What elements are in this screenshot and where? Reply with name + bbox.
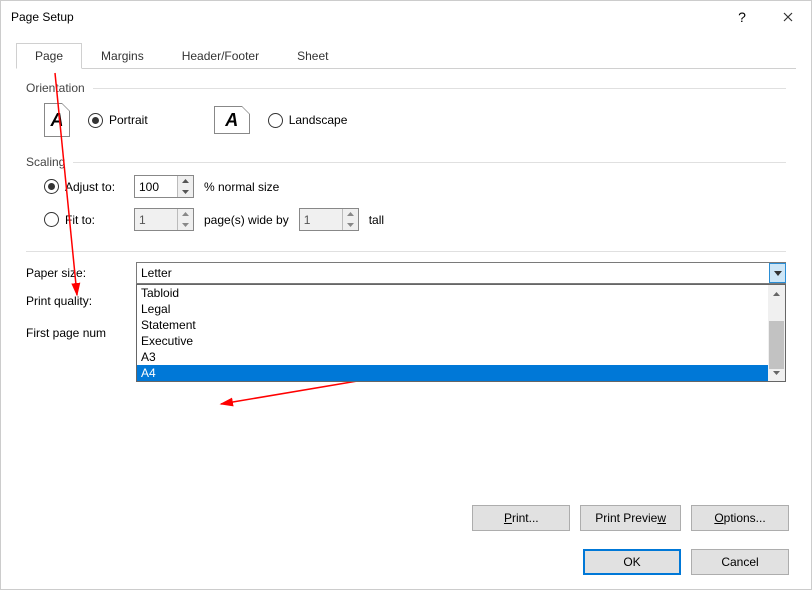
fit-mid-label: page(s) wide by [204, 213, 289, 227]
dropdown-option[interactable]: Tabloid [137, 285, 785, 301]
spinner-down-icon[interactable] [178, 220, 193, 231]
adjust-suffix: % normal size [204, 180, 279, 194]
portrait-radio-label: Portrait [109, 113, 148, 127]
paper-size-label: Paper size: [26, 266, 136, 280]
action-buttons-row: Print... Print Preview Options... [472, 505, 789, 531]
chevron-down-icon [774, 271, 782, 276]
spinner-up-icon[interactable] [178, 176, 193, 187]
dropdown-button[interactable] [769, 263, 786, 283]
spinner-down-icon[interactable] [178, 187, 193, 198]
fit-to-label: Fit to: [65, 213, 95, 227]
cancel-button[interactable]: Cancel [691, 549, 789, 575]
dropdown-option[interactable]: Statement [137, 317, 785, 333]
fit-wide-spinner[interactable] [134, 208, 194, 231]
dropdown-option[interactable]: Legal [137, 301, 785, 317]
portrait-page-icon: A [44, 103, 70, 137]
spinner-up-icon[interactable] [178, 209, 193, 220]
adjust-percent-input[interactable] [135, 176, 177, 197]
landscape-radio[interactable]: Landscape [268, 113, 348, 128]
tab-margins[interactable]: Margins [82, 43, 163, 68]
scroll-up-icon[interactable] [768, 285, 785, 302]
landscape-page-icon: A [214, 106, 250, 134]
paper-size-dropdown[interactable]: Tabloid Legal Statement Executive A3 A4 [136, 284, 786, 382]
tab-strip: Page Margins Header/Footer Sheet [16, 43, 796, 69]
close-button[interactable] [765, 1, 811, 33]
radio-icon [44, 212, 59, 227]
adjust-to-radio[interactable]: Adjust to: [44, 179, 124, 194]
fit-tall-spinner[interactable] [299, 208, 359, 231]
dropdown-option-selected[interactable]: A4 [137, 365, 785, 381]
landscape-radio-label: Landscape [289, 113, 348, 127]
adjust-percent-spinner[interactable] [134, 175, 194, 198]
portrait-radio[interactable]: Portrait [88, 113, 148, 128]
dropdown-option[interactable]: A3 [137, 349, 785, 365]
tab-header-footer[interactable]: Header/Footer [163, 43, 278, 68]
radio-icon [88, 113, 103, 128]
scaling-label: Scaling [26, 155, 65, 169]
options-button[interactable]: Options... [691, 505, 789, 531]
dialog-buttons-row: OK Cancel [583, 549, 789, 575]
dropdown-scrollbar[interactable] [768, 285, 785, 381]
print-preview-button[interactable]: Print Preview [580, 505, 681, 531]
fit-to-radio[interactable]: Fit to: [44, 212, 124, 227]
tab-sheet[interactable]: Sheet [278, 43, 347, 68]
fit-suffix: tall [369, 213, 384, 227]
ok-button[interactable]: OK [583, 549, 681, 575]
fit-wide-input[interactable] [135, 209, 177, 230]
dialog-title: Page Setup [11, 10, 719, 24]
tab-page[interactable]: Page [16, 43, 82, 69]
title-bar: Page Setup ? [1, 1, 811, 33]
spinner-up-icon[interactable] [343, 209, 358, 220]
paper-size-combo[interactable]: Letter Tabloid Legal Statement Executive… [136, 262, 786, 284]
dropdown-option[interactable]: Executive [137, 333, 785, 349]
paper-size-value: Letter [141, 266, 172, 280]
radio-icon [268, 113, 283, 128]
radio-icon [44, 179, 59, 194]
fit-tall-input[interactable] [300, 209, 342, 230]
spinner-down-icon[interactable] [343, 220, 358, 231]
scroll-thumb[interactable] [769, 321, 784, 369]
close-icon [783, 12, 793, 22]
orientation-label: Orientation [26, 81, 85, 95]
adjust-to-label: Adjust to: [65, 180, 115, 194]
help-button[interactable]: ? [719, 1, 765, 33]
print-button[interactable]: Print... [472, 505, 570, 531]
scroll-down-icon[interactable] [768, 364, 785, 381]
print-quality-label: Print quality: [26, 294, 136, 308]
